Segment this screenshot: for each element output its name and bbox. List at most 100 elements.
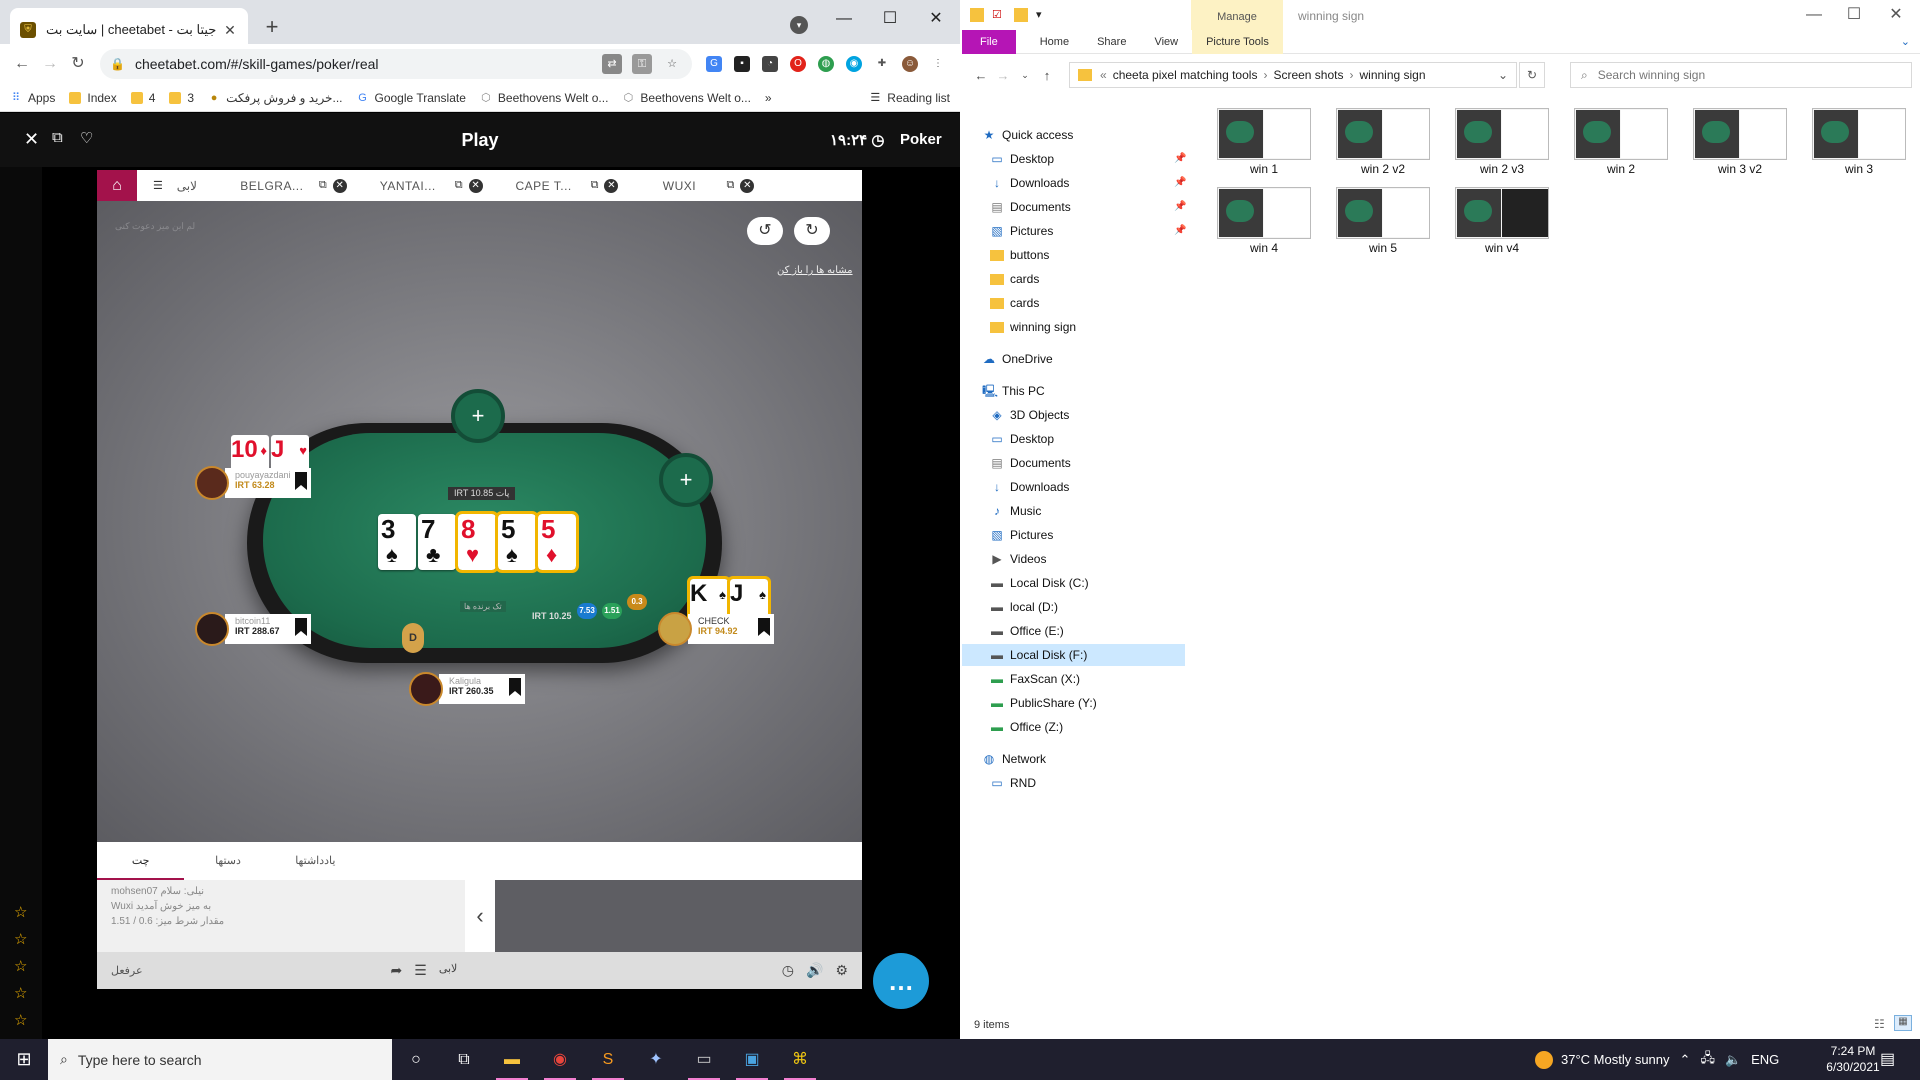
reload-icon[interactable]: ↻	[64, 50, 92, 78]
breadcrumb[interactable]: Screen shots	[1273, 68, 1343, 82]
puzzle-extensions-icon[interactable]: ✚	[874, 56, 890, 72]
star-icon[interactable]: ☆	[14, 957, 27, 975]
file-thumbnail[interactable]: win 3 v2	[1692, 108, 1788, 176]
sit-here-plus-icon[interactable]: +	[659, 453, 713, 507]
nav-item[interactable]: ▤ Documents	[962, 196, 1185, 218]
pin-icon[interactable]: 📌	[1174, 153, 1186, 164]
tab-lobby[interactable]: ☰ لابی	[137, 170, 221, 201]
tab-share[interactable]: Share	[1083, 30, 1140, 54]
windows-start-icon[interactable]: ⊞	[0, 1039, 48, 1080]
nav-item[interactable]: buttons	[962, 244, 1185, 266]
chrome-app-icon[interactable]: ◉	[536, 1039, 584, 1080]
bookmark-folder-3[interactable]: 3	[169, 91, 194, 105]
nav-item[interactable]: ♪ Music	[962, 500, 1185, 522]
search-input[interactable]: ⌕ Search winning sign	[1570, 62, 1912, 88]
nav-item[interactable]: ▭ Desktop	[962, 428, 1185, 450]
breadcrumb[interactable]: cheeta pixel matching tools	[1113, 68, 1258, 82]
bookmark-google-translate[interactable]: G Google Translate	[357, 91, 466, 105]
weather-sun-icon[interactable]	[1535, 1050, 1553, 1069]
nav-item[interactable]: ▧ Pictures	[962, 220, 1185, 242]
close-tab-icon[interactable]: ✕	[222, 22, 238, 39]
nav-item[interactable]: ▤ Documents	[962, 452, 1185, 474]
back-icon[interactable]: ←	[970, 68, 992, 83]
translate-page-icon[interactable]: ⇄	[602, 54, 622, 74]
nav-item[interactable]: 🖳 This PC	[962, 380, 1185, 402]
nav-item[interactable]: ▧ Pictures	[962, 524, 1185, 546]
minimize-button[interactable]: —	[1794, 2, 1834, 28]
tab-notes[interactable]: یادداشتها	[272, 842, 359, 880]
pin-icon[interactable]: 📌	[1174, 201, 1186, 212]
nav-item[interactable]: ▭ Desktop	[962, 148, 1185, 170]
nav-item[interactable]: ▬ Local Disk (C:)	[962, 572, 1185, 594]
popout-icon[interactable]: ⧉	[455, 179, 463, 192]
nav-item[interactable]: ▶ Videos	[962, 548, 1185, 570]
reading-list[interactable]: ☰ Reading list	[869, 91, 950, 105]
tab-home[interactable]: Home	[1026, 30, 1083, 54]
nav-item[interactable]: ▬ FaxScan (X:)	[962, 668, 1185, 690]
bookmark-beethoven-2[interactable]: ⬡ Beethovens Welt o...	[622, 91, 751, 105]
refresh-icon[interactable]: ↻	[1519, 62, 1545, 88]
profile-avatar[interactable]: ☺	[902, 56, 918, 72]
tab-file[interactable]: File	[962, 29, 1016, 54]
history-extension-icon[interactable]: ◔	[762, 56, 778, 72]
star-icon[interactable]: ☆	[14, 903, 27, 921]
qat-dropdown-icon[interactable]: ▾	[1036, 8, 1050, 22]
photos-app-icon[interactable]: ▣	[728, 1039, 776, 1080]
share-icon[interactable]: ➦	[391, 962, 403, 979]
file-thumbnail[interactable]: win 5	[1335, 187, 1431, 255]
home-icon[interactable]: ⌂	[97, 170, 137, 201]
nav-item[interactable]: ◈ 3D Objects	[962, 404, 1185, 426]
opera-extension-icon[interactable]: O	[790, 56, 806, 72]
breadcrumb[interactable]: winning sign	[1359, 68, 1425, 82]
app-icon[interactable]: ✦	[632, 1039, 680, 1080]
taskbar-clock[interactable]: 7:24 PM 6/30/2021	[1822, 1043, 1884, 1075]
bookmark-beethoven-1[interactable]: ⬡ Beethovens Welt o...	[480, 91, 608, 105]
player-seat-pouyayazdani[interactable]: 10 ♦ J ♥ pouyayazdani IRT 63.28	[195, 435, 311, 501]
tab-table-yantai[interactable]: YANTAI... ⧉ ✕	[357, 170, 493, 201]
details-view-icon[interactable]: ☷	[1874, 1017, 1885, 1031]
chevron-right-icon[interactable]: ›	[1349, 68, 1353, 82]
pin-icon[interactable]: 📌	[1174, 225, 1186, 236]
tab-table-cape-town[interactable]: CAPE T... ⧉ ✕	[493, 170, 629, 201]
nav-item[interactable]: ▬ Office (Z:)	[962, 716, 1185, 738]
file-thumbnail[interactable]: win v4	[1454, 187, 1550, 255]
chevron-right-icon[interactable]: ›	[1263, 68, 1267, 82]
nav-item[interactable]: ▭ RND	[962, 772, 1185, 794]
maximize-button[interactable]: ☐	[870, 6, 910, 32]
taskbar-search[interactable]: ⌕ Type here to search	[48, 1039, 392, 1080]
nav-item[interactable]: cards	[962, 268, 1185, 290]
bookmark-apps[interactable]: ⠿ Apps	[10, 91, 55, 105]
gear-icon[interactable]: ⚙	[835, 962, 848, 979]
nav-item[interactable]: winning sign	[962, 316, 1185, 338]
language-indicator[interactable]: ENG	[1751, 1052, 1779, 1067]
history-icon[interactable]: ◷	[782, 962, 794, 979]
popout-icon[interactable]: ⧉	[726, 179, 734, 192]
file-thumbnail[interactable]: win 3	[1811, 108, 1907, 176]
terminal-app-icon[interactable]: ▭	[680, 1039, 728, 1080]
file-thumbnail[interactable]: win 2	[1573, 108, 1669, 176]
network-icon[interactable]: 🖧	[1700, 1049, 1715, 1071]
chat-bubble-icon[interactable]: …	[873, 953, 929, 1009]
lock-icon[interactable]: 🔒	[110, 57, 125, 71]
star-icon[interactable]: ☆	[14, 984, 27, 1002]
nav-item[interactable]: ↓ Downloads	[962, 172, 1185, 194]
tray-overflow-icon[interactable]: ⌃	[1680, 1052, 1691, 1068]
star-icon[interactable]: ☆	[14, 1011, 27, 1029]
notification-icon[interactable]: ▤	[1880, 1049, 1895, 1069]
recent-locations-icon[interactable]: ⌄	[1014, 70, 1036, 81]
nav-item[interactable]: ★ Quick access	[962, 124, 1185, 146]
translate-extension-icon[interactable]: G	[706, 56, 722, 72]
minimize-button[interactable]: —	[824, 6, 864, 32]
back-icon[interactable]: ←	[8, 50, 36, 78]
folder-icon[interactable]	[970, 8, 984, 22]
new-tab-button[interactable]: +	[258, 14, 286, 40]
close-window-button[interactable]: ✕	[1876, 2, 1916, 28]
tab-chat[interactable]: چت	[97, 842, 185, 880]
tab-table-wuxi[interactable]: WUXI ⧉ ✕	[628, 170, 764, 201]
nav-item[interactable]: ☁ OneDrive	[962, 348, 1185, 370]
chat-input[interactable]: عرفعل	[111, 964, 143, 977]
bookmark-folder-4[interactable]: 4	[130, 91, 155, 105]
nav-item[interactable]: cards	[962, 292, 1185, 314]
tab-search-icon[interactable]: ▾	[790, 16, 808, 34]
nav-item[interactable]: ◍ Network	[962, 748, 1185, 770]
